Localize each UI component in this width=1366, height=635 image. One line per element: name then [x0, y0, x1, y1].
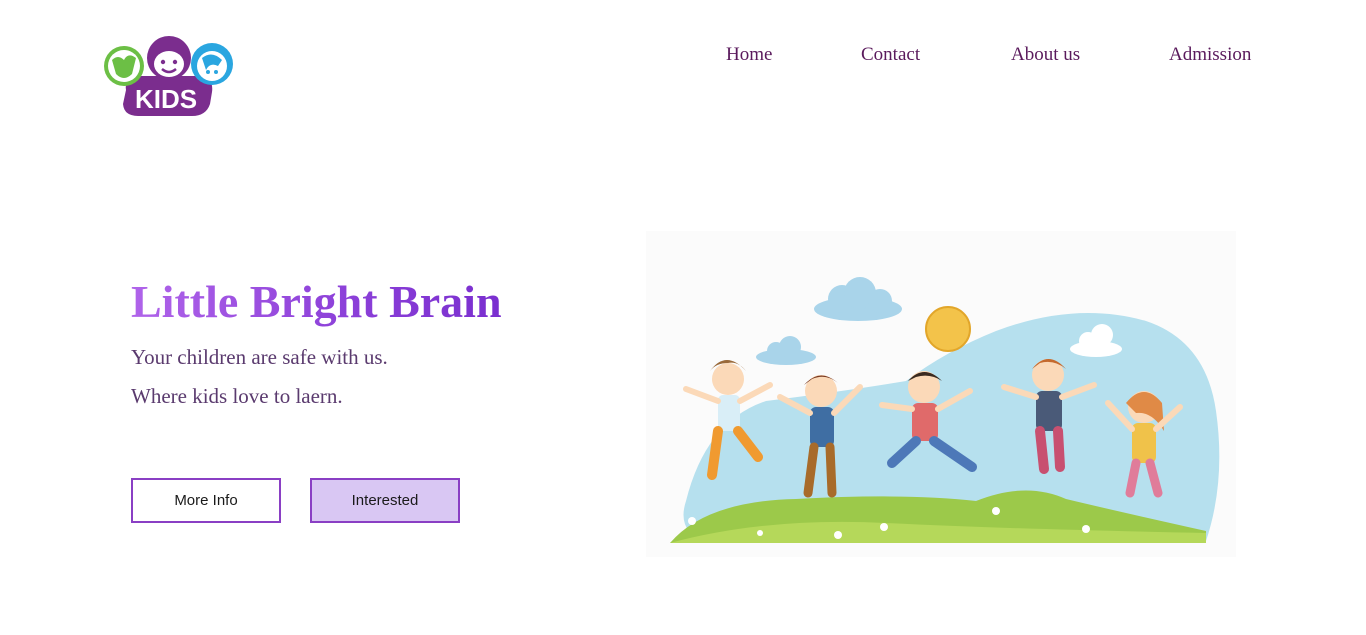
hero-subtitle-learn: Where kids love to laern. — [131, 384, 343, 408]
jumping-kids-illustration — [646, 231, 1236, 557]
nav-home-link[interactable]: Home — [726, 44, 772, 66]
jumping-kids-icon — [646, 231, 1236, 557]
hero-title: Little Bright Brain — [131, 274, 502, 330]
hero-subtitle-safe: Your children are safe with us. — [131, 345, 388, 369]
interested-button[interactable]: Interested — [310, 478, 460, 523]
more-info-button[interactable]: More Info — [131, 478, 281, 523]
main-nav: Home Contact About us Admission — [0, 44, 1366, 72]
nav-admission-link[interactable]: Admission — [1169, 44, 1251, 66]
nav-contact-link[interactable]: Contact — [861, 44, 920, 66]
nav-about-us-link[interactable]: About us — [1011, 44, 1080, 66]
logo-text: KIDS — [135, 84, 197, 114]
